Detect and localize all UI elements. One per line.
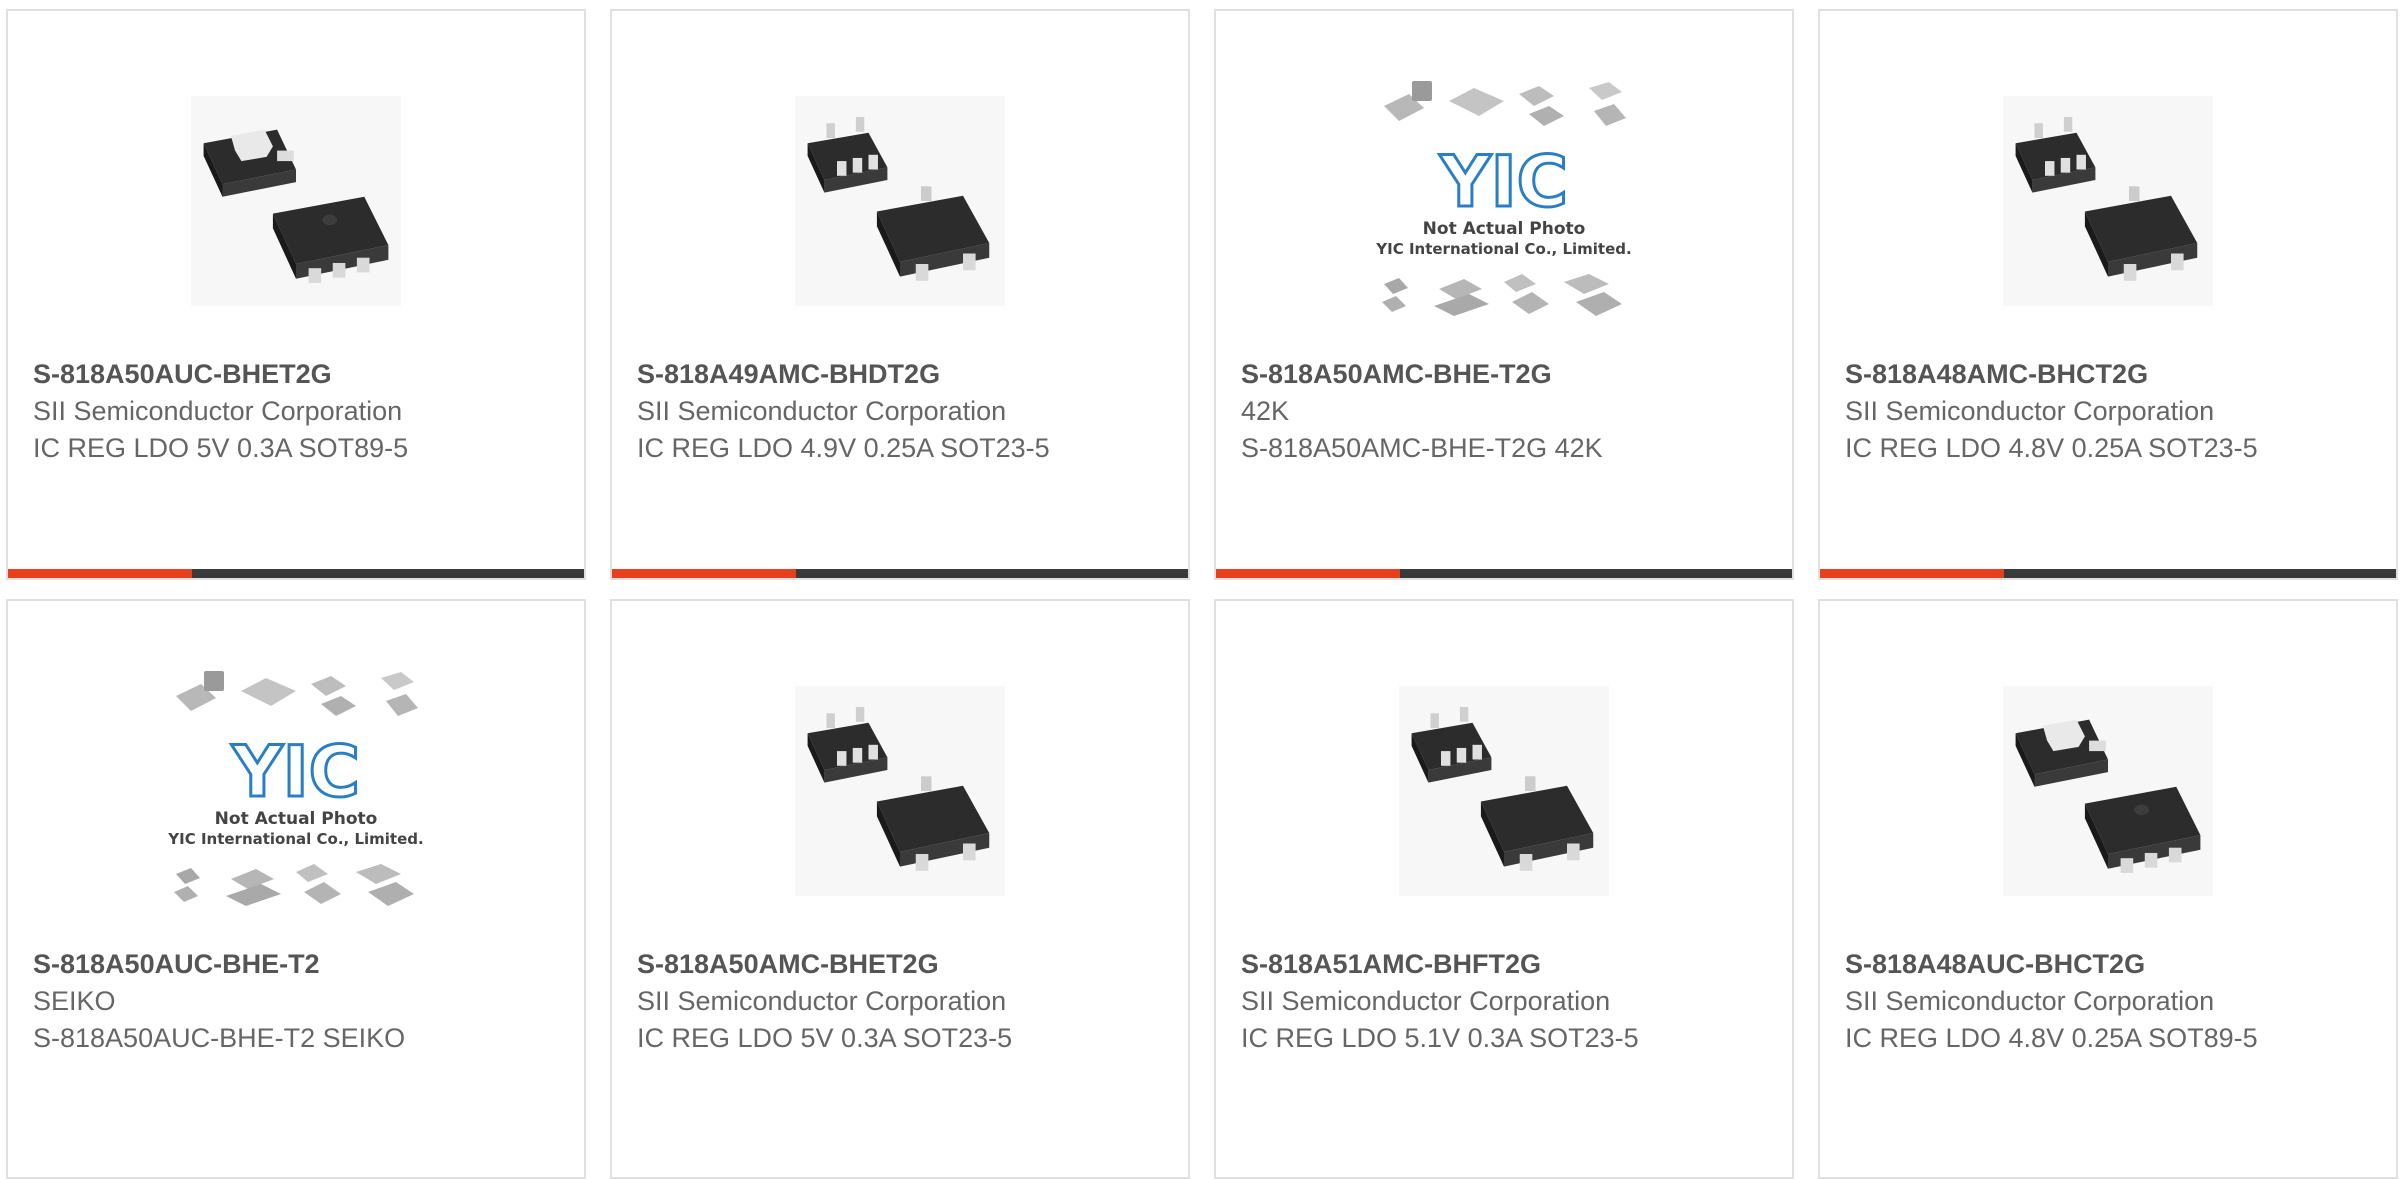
yic-logo-icon: YIC xyxy=(229,730,361,815)
part-number[interactable]: S-818A50AMC-BHE-T2G xyxy=(1241,356,1761,393)
product-card[interactable]: S-818A50AUC-BHET2G SII Semiconductor Cor… xyxy=(6,9,586,580)
sot23-package-photo xyxy=(795,96,1005,306)
sot89-package-photo xyxy=(2003,686,2213,896)
product-image xyxy=(612,51,1188,351)
product-card[interactable]: S-818A48AUC-BHCT2G SII Semiconductor Cor… xyxy=(1818,599,2398,1179)
image-caption-line1: Not Actual Photo xyxy=(1423,219,1586,239)
svg-text:YIC: YIC xyxy=(1439,141,1568,223)
product-card[interactable]: YIC Not Actual Photo YIC International C… xyxy=(1214,9,1794,580)
manufacturer: SII Semiconductor Corporation xyxy=(33,396,403,426)
sot89-package-photo xyxy=(191,96,401,306)
part-number[interactable]: S-818A51AMC-BHFT2G xyxy=(1241,946,1761,983)
image-caption-line2: YIC International Co., Limited. xyxy=(167,830,423,848)
card-bottom-bar xyxy=(1820,569,2396,578)
yic-not-actual-photo: YIC Not Actual Photo YIC International C… xyxy=(167,671,424,906)
product-image xyxy=(612,641,1188,941)
product-image xyxy=(8,51,584,351)
manufacturer: SII Semiconductor Corporation xyxy=(1241,986,1611,1016)
card-bottom-bar xyxy=(612,569,1188,578)
manufacturer: SEIKO xyxy=(33,986,116,1016)
image-caption-line1: Not Actual Photo xyxy=(215,809,378,829)
part-number[interactable]: S-818A48AMC-BHCT2G xyxy=(1845,356,2365,393)
product-card[interactable]: S-818A51AMC-BHFT2G SII Semiconductor Cor… xyxy=(1214,599,1794,1179)
product-grid: S-818A50AUC-BHET2G SII Semiconductor Cor… xyxy=(0,0,2400,1179)
product-card[interactable]: S-818A49AMC-BHDT2G SII Semiconductor Cor… xyxy=(610,9,1190,580)
manufacturer: SII Semiconductor Corporation xyxy=(1845,986,2215,1016)
manufacturer: SII Semiconductor Corporation xyxy=(637,986,1007,1016)
description: IC REG LDO 4.8V 0.25A SOT23-5 xyxy=(1845,433,2258,463)
yic-not-actual-photo: YIC Not Actual Photo YIC International C… xyxy=(1375,81,1632,316)
description: IC REG LDO 5V 0.3A SOT89-5 xyxy=(33,433,409,463)
image-caption-line2: YIC International Co., Limited. xyxy=(1375,240,1631,258)
sot23-package-photo xyxy=(1399,686,1609,896)
card-bottom-bar xyxy=(8,569,584,578)
description: S-818A50AMC-BHE-T2G 42K xyxy=(1241,433,1603,463)
yic-logo-icon: YIC xyxy=(1437,140,1569,225)
manufacturer: SII Semiconductor Corporation xyxy=(1845,396,2215,426)
description: IC REG LDO 5.1V 0.3A SOT23-5 xyxy=(1241,1023,1639,1053)
description: IC REG LDO 5V 0.3A SOT23-5 xyxy=(637,1023,1013,1053)
product-image xyxy=(1820,51,2396,351)
description: IC REG LDO 4.9V 0.25A SOT23-5 xyxy=(637,433,1050,463)
part-number[interactable]: S-818A48AUC-BHCT2G xyxy=(1845,946,2365,983)
product-image: YIC Not Actual Photo YIC International C… xyxy=(8,641,584,941)
part-number[interactable]: S-818A50AUC-BHE-T2 xyxy=(33,946,553,983)
manufacturer: 42K xyxy=(1241,396,1290,426)
manufacturer: SII Semiconductor Corporation xyxy=(637,396,1007,426)
sot23-package-photo xyxy=(2003,96,2213,306)
product-image xyxy=(1820,641,2396,941)
card-bottom-bar xyxy=(1216,569,1792,578)
product-image: YIC Not Actual Photo YIC International C… xyxy=(1216,51,1792,351)
svg-text:YIC: YIC xyxy=(231,731,360,813)
product-card[interactable]: S-818A48AMC-BHCT2G SII Semiconductor Cor… xyxy=(1818,9,2398,580)
sot23-package-photo xyxy=(795,686,1005,896)
product-image xyxy=(1216,641,1792,941)
part-number[interactable]: S-818A49AMC-BHDT2G xyxy=(637,356,1157,393)
part-number[interactable]: S-818A50AMC-BHET2G xyxy=(637,946,1157,983)
product-card[interactable]: YIC Not Actual Photo YIC International C… xyxy=(6,599,586,1179)
description: IC REG LDO 4.8V 0.25A SOT89-5 xyxy=(1845,1023,2258,1053)
part-number[interactable]: S-818A50AUC-BHET2G xyxy=(33,356,553,393)
description: S-818A50AUC-BHE-T2 SEIKO xyxy=(33,1023,406,1053)
product-card[interactable]: S-818A50AMC-BHET2G SII Semiconductor Cor… xyxy=(610,599,1190,1179)
